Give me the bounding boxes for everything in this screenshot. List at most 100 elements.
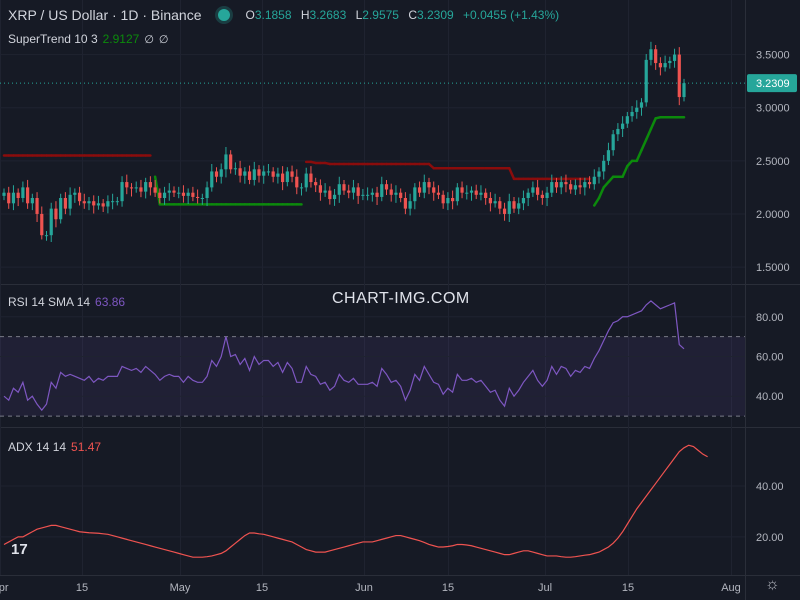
high-key: H [300, 8, 310, 22]
candle-body [323, 190, 327, 193]
candle-body [408, 201, 412, 209]
candle-body [417, 187, 422, 193]
candle-body [337, 184, 341, 195]
symbol-legend: XRP / US Dollar · 1D · Binance O3.1858 H… [8, 7, 565, 23]
candle-body [484, 192, 488, 198]
eye-slash-icon-2[interactable]: ∅ [159, 33, 169, 46]
candle-body [172, 190, 176, 193]
eye-slash-icon[interactable]: ∅ [144, 33, 154, 46]
price-tick-label: 2.0000 [756, 209, 790, 221]
x-tick-label: Jun [355, 582, 373, 594]
candle-body [59, 198, 63, 220]
supertrend-value: 2.9127 [102, 32, 140, 46]
candle-body [488, 198, 492, 204]
candle-body [44, 235, 49, 237]
high-value: 3.2683 [309, 8, 347, 22]
candle-body [621, 123, 625, 129]
candle-body [351, 187, 356, 193]
candle-body [177, 192, 181, 194]
candle-body [229, 154, 233, 170]
candle-body [583, 182, 587, 188]
candle-body [167, 190, 171, 193]
adx-value: 51.47 [71, 440, 102, 454]
candle-body [587, 182, 592, 185]
candle-body [403, 198, 407, 209]
tradingview-logo-icon[interactable]: 17 [11, 541, 28, 558]
candle-body [309, 173, 313, 183]
candle-body [370, 192, 374, 195]
open-key: O [245, 8, 255, 22]
candle-body [366, 194, 370, 196]
candle-body [578, 185, 582, 188]
candle-body [295, 176, 299, 188]
symbol-title[interactable]: XRP / US Dollar · 1D · Binance [8, 7, 201, 23]
supertrend-label: SuperTrend 10 3 [8, 32, 98, 46]
candle-body [153, 187, 157, 193]
candle-body [139, 187, 143, 192]
rsi-legend[interactable]: RSI 14 SMA 14 63.86 [8, 295, 125, 309]
candle-body [606, 150, 611, 161]
candle-body [96, 203, 101, 206]
settings-gear-icon[interactable]: ☼ [765, 576, 780, 594]
rsi-tick-label: 80.00 [756, 312, 784, 324]
candle-body [63, 198, 67, 209]
candle-body [342, 184, 346, 191]
rsi-label: RSI 14 SMA 14 [8, 295, 91, 309]
candle-body [625, 116, 629, 124]
candle-body [332, 194, 337, 200]
candle-body [7, 192, 11, 204]
candle-body [26, 187, 30, 204]
candle-body [299, 187, 304, 189]
candle-body [257, 169, 261, 176]
candle-body [30, 198, 34, 204]
candle-body [521, 198, 526, 204]
candle-body [384, 184, 389, 190]
x-tick-label: May [170, 582, 191, 594]
candle-body [210, 171, 214, 188]
candle-body [21, 187, 25, 198]
candle-body [120, 182, 124, 202]
x-tick-label: Aug [721, 582, 741, 594]
rsi-value: 63.86 [95, 295, 126, 309]
x-tick-label: 15 [256, 582, 268, 594]
candle-body [554, 182, 559, 188]
candle-body [507, 201, 511, 214]
change-value: +0.0455 (+1.43%) [463, 8, 560, 22]
candle-body [465, 192, 469, 194]
candle-body [455, 187, 459, 202]
candle-body [196, 196, 200, 198]
candle-body [644, 59, 648, 103]
candle-body [77, 192, 82, 202]
candle-body [111, 201, 115, 203]
candle-body [125, 182, 129, 188]
chart-root: 1.5000 2.0000 2.5000 3.0000 3.5000 3.2309 40.0… [0, 0, 800, 600]
candle-body [281, 173, 285, 183]
candle-body [243, 171, 247, 176]
candle-body [87, 201, 91, 204]
candle-body [290, 171, 294, 177]
candle-body [2, 192, 6, 196]
candle-body [16, 192, 20, 198]
candle-body [517, 203, 521, 209]
candle-body [73, 192, 77, 195]
supertrend-legend[interactable]: SuperTrend 10 3 2.9127 ∅ ∅ [8, 32, 169, 46]
open-value: 3.1858 [254, 8, 292, 22]
candle-body [328, 190, 332, 200]
candle-body [252, 169, 256, 180]
candle-body [266, 171, 271, 173]
candle-body [68, 194, 72, 209]
candle-body [106, 201, 110, 207]
candle-body [630, 111, 634, 117]
candle-body [592, 176, 596, 185]
candle-body [219, 169, 223, 177]
candle-body [285, 171, 289, 183]
candle-body [569, 184, 573, 190]
candle-body [602, 160, 606, 172]
candle-body [318, 185, 322, 193]
candle-body [356, 187, 360, 196]
adx-legend[interactable]: ADX 14 14 51.47 [8, 440, 101, 454]
market-status-icon [218, 9, 231, 21]
candle-body [262, 171, 266, 176]
candle-body [115, 201, 119, 203]
candle-body [158, 192, 162, 198]
